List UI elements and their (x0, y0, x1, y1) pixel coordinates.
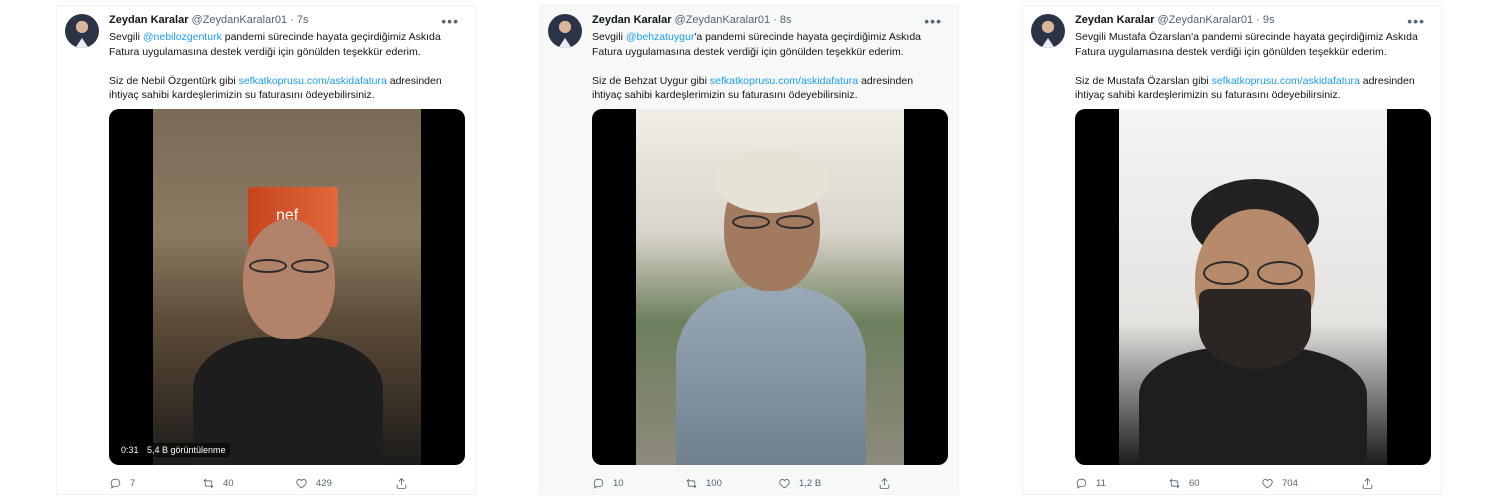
person-body (676, 287, 866, 465)
timestamp[interactable]: 9s (1263, 14, 1275, 26)
glasses (776, 215, 814, 229)
user-handle[interactable]: @ZeydanKaralar01 (675, 14, 771, 26)
avatar[interactable] (1031, 14, 1065, 48)
reply-button[interactable]: 7 (109, 476, 135, 490)
text-segment: Siz de Mustafa Özarslan gibi (1075, 74, 1212, 87)
tweet-card[interactable]: Zeydan Karalar @ZeydanKaralar01 · 8s •••… (539, 5, 959, 495)
heart-icon (1262, 478, 1273, 488)
url-link[interactable]: sefkatkoprusu.com/askidafatura (239, 75, 387, 87)
tweet-paragraph: Sevgili @behzatuygur'a pandemi sürecinde… (592, 30, 937, 59)
mention-link[interactable]: @nebilozgenturk (143, 31, 222, 43)
more-horizontal-icon[interactable]: ••• (1407, 13, 1425, 29)
video-player[interactable] (592, 109, 948, 465)
video-player[interactable]: nef 0:31 5,4 B görüntülenme (109, 109, 465, 465)
text-segment: Sevgili (592, 31, 626, 43)
reply-button[interactable]: 10 (592, 476, 624, 490)
display-name[interactable]: Zeydan Karalar (592, 14, 671, 26)
retweet-icon (1169, 478, 1180, 488)
reply-icon (593, 478, 604, 489)
text-segment: Sevgili (109, 31, 143, 43)
tweet-card[interactable]: Zeydan Karalar @ZeydanKaralar01 · 9s •••… (1022, 5, 1442, 495)
url-link[interactable]: sefkatkoprusu.com/askidafatura (710, 75, 858, 87)
separator: · (290, 14, 294, 26)
avatar[interactable] (548, 14, 582, 48)
person-head (243, 219, 335, 339)
timestamp[interactable]: 8s (780, 14, 792, 26)
like-count: 1,2 B (799, 477, 822, 489)
display-name[interactable]: Zeydan Karalar (109, 14, 188, 26)
tweet-actions: 7 40 429 (109, 476, 409, 490)
tweet-text: Sevgili @nebilozgenturk pandemi sürecind… (109, 30, 454, 117)
tweet-card[interactable]: Zeydan Karalar @ZeydanKaralar01 · 7s •••… (56, 5, 476, 495)
video-view-count: 5,4 B görüntülenme (143, 443, 230, 457)
tweet-paragraph: Siz de Nebil Özgentürk gibi sefkatkoprus… (109, 74, 454, 103)
tweet-text: Sevgili @behzatuygur'a pandemi sürecinde… (592, 30, 937, 117)
text-segment: Siz de Behzat Uygur gibi (592, 74, 710, 87)
tweet-paragraph: Siz de Behzat Uygur gibi sefkatkoprusu.c… (592, 74, 937, 103)
retweet-icon (686, 478, 697, 488)
heart-icon (296, 478, 307, 488)
text-segment: Siz de Nebil Özgentürk gibi (109, 74, 239, 87)
share-icon (1362, 477, 1373, 489)
tweet-text: Sevgili Mustafa Özarslan'a pandemi sürec… (1075, 30, 1420, 117)
glasses (291, 259, 329, 273)
like-button[interactable]: 704 (1261, 476, 1298, 490)
share-icon (396, 477, 407, 489)
retweet-button[interactable]: 100 (685, 476, 722, 490)
tweet-actions: 10 100 1,2 B (592, 476, 892, 490)
video-player[interactable] (1075, 109, 1431, 465)
video-duration: 0:31 (117, 443, 143, 457)
video-frame (1119, 109, 1387, 465)
reply-count: 11 (1096, 477, 1106, 489)
glasses (732, 215, 770, 229)
like-count: 429 (316, 477, 332, 489)
more-horizontal-icon[interactable]: ••• (924, 13, 942, 29)
reply-count: 7 (130, 477, 136, 489)
share-icon (879, 477, 890, 489)
tweet-paragraph: Sevgili Mustafa Özarslan'a pandemi sürec… (1075, 30, 1420, 59)
video-frame: nef (153, 109, 421, 465)
separator: · (1256, 14, 1260, 26)
retweet-count: 60 (1189, 477, 1200, 489)
like-count: 704 (1282, 477, 1298, 489)
like-button[interactable]: 1,2 B (778, 476, 821, 490)
hair (714, 149, 830, 213)
share-button[interactable] (1361, 476, 1382, 490)
share-button[interactable] (878, 476, 899, 490)
glasses (1257, 261, 1303, 285)
retweet-count: 100 (706, 477, 722, 489)
tweet-paragraph: Siz de Mustafa Özarslan gibi sefkatkopru… (1075, 74, 1420, 103)
like-button[interactable]: 429 (295, 476, 332, 490)
video-frame (636, 109, 904, 465)
user-handle[interactable]: @ZeydanKaralar01 (192, 14, 288, 26)
glasses (249, 259, 287, 273)
reply-icon (1076, 478, 1087, 489)
retweet-button[interactable]: 40 (202, 476, 234, 490)
display-name[interactable]: Zeydan Karalar (1075, 14, 1154, 26)
retweet-icon (203, 478, 214, 488)
avatar[interactable] (65, 14, 99, 48)
heart-icon (779, 478, 790, 488)
separator: · (773, 14, 777, 26)
tweet-paragraph: Sevgili @nebilozgenturk pandemi sürecind… (109, 30, 454, 59)
share-button[interactable] (395, 476, 416, 490)
tweet-actions: 11 60 704 (1075, 476, 1375, 490)
text-segment: Sevgili Mustafa Özarslan'a pandemi sürec… (1075, 31, 1418, 58)
reply-count: 10 (613, 477, 624, 489)
retweet-count: 40 (223, 477, 234, 489)
beard (1199, 289, 1311, 369)
user-handle[interactable]: @ZeydanKaralar01 (1158, 14, 1254, 26)
reply-button[interactable]: 11 (1075, 476, 1106, 490)
retweet-button[interactable]: 60 (1168, 476, 1200, 490)
url-link[interactable]: sefkatkoprusu.com/askidafatura (1212, 75, 1360, 87)
mention-link[interactable]: @behzatuygur (626, 31, 694, 43)
timestamp[interactable]: 7s (297, 14, 309, 26)
more-horizontal-icon[interactable]: ••• (441, 13, 459, 29)
glasses (1203, 261, 1249, 285)
reply-icon (110, 478, 121, 489)
